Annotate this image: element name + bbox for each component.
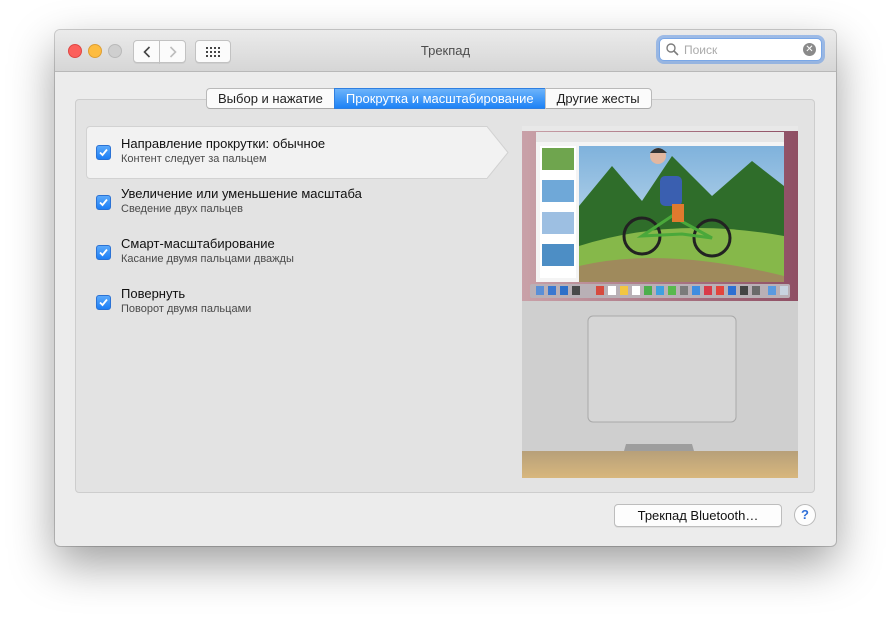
option-subtitle: Контент следует за пальцем <box>121 153 267 165</box>
bluetooth-trackpad-button[interactable]: Трекпад Bluetooth… <box>614 504 782 527</box>
tab-scroll-and-zoom[interactable]: Прокрутка и масштабирование <box>333 88 545 109</box>
titlebar: Трекпад Поиск ✕ <box>55 30 836 72</box>
checkbox-smart-zoom[interactable] <box>96 245 111 260</box>
tab-more-gestures[interactable]: Другие жесты <box>544 88 652 109</box>
checkbox-zoom-in-out[interactable] <box>96 195 111 210</box>
option-title: Направление прокрутки: обычное <box>121 136 326 151</box>
tab-bar: Выбор и нажатие Прокрутка и масштабирова… <box>206 88 652 109</box>
search-placeholder: Поиск <box>684 43 718 57</box>
checkmark-icon <box>99 198 108 207</box>
option-title: Смарт-масштабирование <box>121 236 275 251</box>
tab-point-and-click[interactable]: Выбор и нажатие <box>206 88 334 109</box>
preferences-window: Трекпад Поиск ✕ Выбор и нажатие Прокрутк… <box>55 30 836 546</box>
option-title: Повернуть <box>121 286 186 301</box>
option-subtitle: Касание двумя пальцами дважды <box>121 253 294 265</box>
checkmark-icon <box>99 148 108 157</box>
clear-icon[interactable]: ✕ <box>803 43 816 56</box>
selection-arrow <box>485 126 509 179</box>
option-title: Увеличение или уменьшение масштаба <box>121 186 362 201</box>
checkmark-icon <box>99 298 108 307</box>
checkbox-scroll-direction[interactable] <box>96 145 111 160</box>
search-field[interactable]: Поиск ✕ <box>659 38 822 61</box>
option-subtitle: Сведение двух пальцев <box>121 203 243 215</box>
help-button[interactable]: ? <box>794 504 816 526</box>
search-icon <box>666 43 679 56</box>
checkmark-icon <box>99 248 108 257</box>
checkbox-rotate[interactable] <box>96 295 111 310</box>
option-subtitle: Поворот двумя пальцами <box>121 303 252 315</box>
preview-illustration <box>522 126 798 478</box>
gesture-preview-video <box>522 126 798 478</box>
